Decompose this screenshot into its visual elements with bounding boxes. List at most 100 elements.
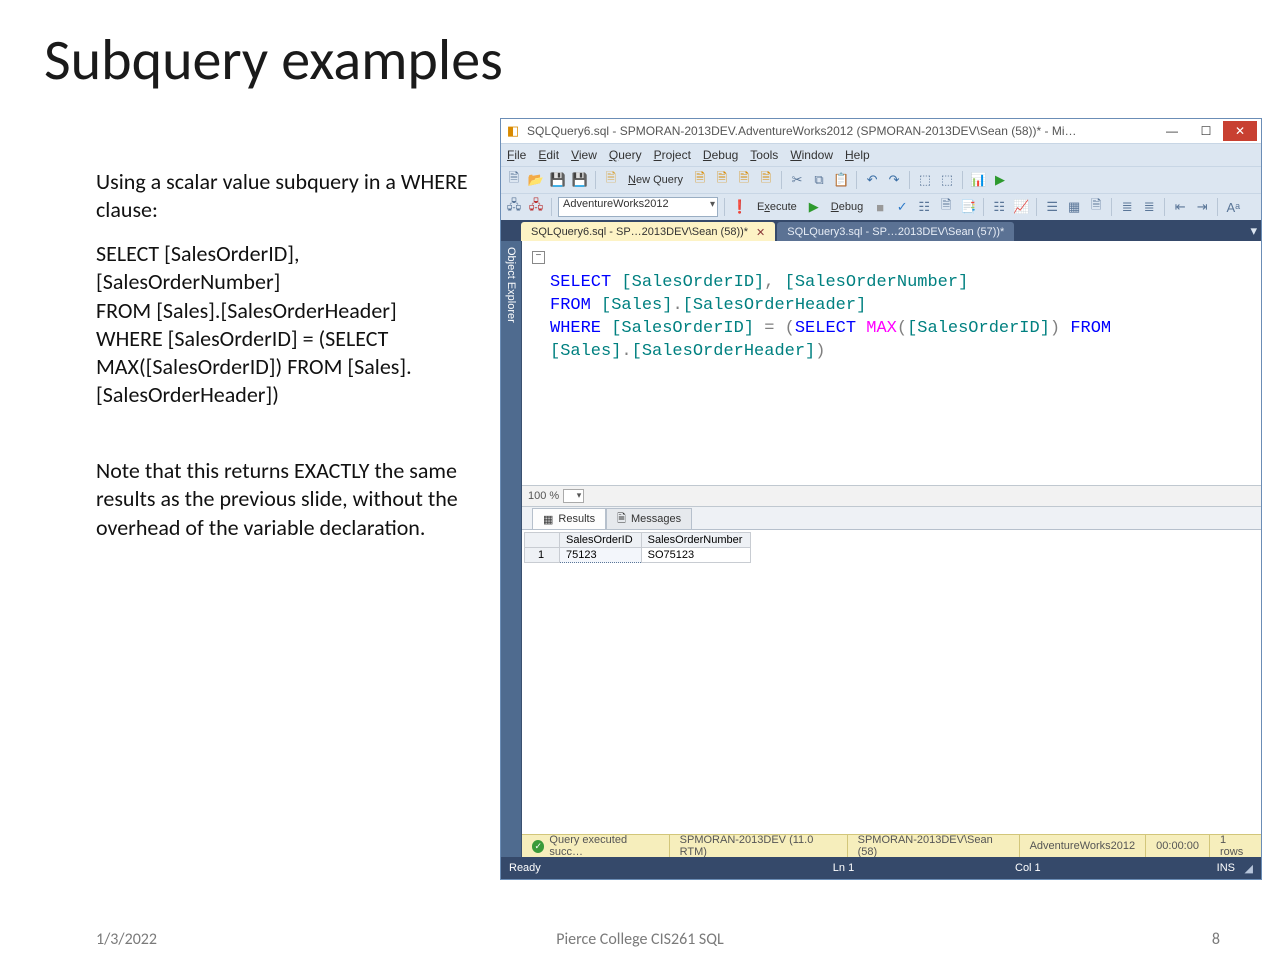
undo-icon[interactable]: ↶: [863, 171, 881, 189]
zoom-bar[interactable]: 100 %: [522, 486, 1261, 507]
client-stats-icon[interactable]: 📈: [1012, 198, 1030, 216]
menu-tools[interactable]: Tools: [750, 148, 778, 162]
status-line: Ln 1: [732, 862, 955, 874]
slide-body-left: Using a scalar value subquery in a WHERE…: [96, 168, 476, 558]
new-query-icon[interactable]: 🗎: [602, 171, 620, 189]
window-titlebar[interactable]: ◧ SQLQuery6.sql - SPMORAN-2013DEV.Advent…: [501, 119, 1261, 144]
menu-project[interactable]: Project: [654, 148, 691, 162]
start-icon[interactable]: ▶: [991, 171, 1009, 189]
redo-icon[interactable]: ↷: [885, 171, 903, 189]
debug-button[interactable]: Debug: [827, 201, 867, 213]
dmx-query-icon[interactable]: 🗎: [735, 171, 753, 189]
minimize-button[interactable]: —: [1155, 121, 1189, 141]
zoom-combo[interactable]: [563, 489, 584, 503]
intellisense-icon[interactable]: 📑: [959, 198, 977, 216]
query-status-bar: ✓ Query executed succ… SPMORAN-2013DEV (…: [522, 834, 1261, 857]
mdx-query-icon[interactable]: 🗎: [713, 171, 731, 189]
menu-debug[interactable]: Debug: [703, 148, 738, 162]
results-file-icon[interactable]: 🗎: [1087, 198, 1105, 216]
activity-monitor-icon[interactable]: 📊: [969, 171, 987, 189]
resize-grip-icon[interactable]: ◢: [1241, 862, 1253, 875]
outline-collapse-icon[interactable]: −: [532, 251, 545, 264]
save-all-icon[interactable]: 💾: [571, 171, 589, 189]
comment-icon[interactable]: ≣: [1118, 198, 1136, 216]
xmla-query-icon[interactable]: 🗎: [757, 171, 775, 189]
maximize-button[interactable]: ☐: [1189, 121, 1223, 141]
nav-fwd-icon[interactable]: ⬚: [938, 171, 956, 189]
status-ins: INS: [1175, 862, 1241, 874]
tab-sqlquery6[interactable]: SQLQuery6.sql - SP…2013DEV\Sean (58))* ✕: [521, 222, 775, 242]
uncomment-icon[interactable]: ≣: [1140, 198, 1158, 216]
nav-back-icon[interactable]: ⬚: [916, 171, 934, 189]
menu-bar[interactable]: File Edit View Query Project Debug Tools…: [501, 144, 1261, 166]
table-row[interactable]: 1 75123 SO75123: [525, 548, 751, 563]
menu-window[interactable]: Window: [790, 148, 833, 162]
query-options-icon[interactable]: 🗎: [937, 198, 955, 216]
results-text-icon[interactable]: ☰: [1043, 198, 1061, 216]
menu-file[interactable]: File: [507, 148, 526, 162]
status-ready: Ready: [509, 862, 732, 874]
intro-paragraph: Using a scalar value subquery in a WHERE…: [96, 168, 476, 224]
cell-salesordernumber[interactable]: SO75123: [641, 548, 751, 563]
connect-icon[interactable]: 🖧: [505, 198, 523, 216]
cut-icon[interactable]: ✂: [788, 171, 806, 189]
decrease-indent-icon[interactable]: ⇤: [1171, 198, 1189, 216]
menu-help[interactable]: Help: [845, 148, 870, 162]
status-time: 00:00:00: [1146, 835, 1210, 857]
tab-close-icon[interactable]: ✕: [756, 226, 765, 239]
tab-overflow-icon[interactable]: ▾: [1250, 223, 1257, 239]
execute-excl-icon[interactable]: ❗: [731, 198, 749, 216]
close-button[interactable]: ✕: [1223, 121, 1257, 141]
results-tabs[interactable]: ▦ Results 🗎 Messages: [522, 507, 1261, 529]
status-server: SPMORAN-2013DEV (11.0 RTM): [670, 835, 848, 857]
menu-query[interactable]: Query: [609, 148, 642, 162]
toolbar-standard[interactable]: 🗎 📂 💾 💾 🗎 New Query 🗎 🗎 🗎 🗎 ✂ ⧉ 📋 ↶ ↷ ⬚ …: [501, 166, 1261, 193]
results-grid[interactable]: SalesOrderID SalesOrderNumber 1 75123 SO…: [524, 532, 751, 563]
estimated-plan-icon[interactable]: ☷: [915, 198, 933, 216]
sql-editor[interactable]: −SELECT [SalesOrderID], [SalesOrderNumbe…: [522, 241, 1261, 486]
disconnect-icon[interactable]: 🖧: [527, 198, 545, 216]
status-rows: 1 rows: [1210, 835, 1261, 857]
execute-button[interactable]: Execute: [753, 201, 801, 213]
open-icon[interactable]: 📂: [527, 171, 545, 189]
database-combo[interactable]: AdventureWorks2012: [558, 197, 718, 217]
tab-sqlquery3[interactable]: SQLQuery3.sql - SP…2013DEV\Sean (57))*: [777, 222, 1014, 242]
new-query-label[interactable]: New Query: [624, 174, 687, 186]
zoom-label: 100 %: [528, 490, 559, 502]
app-status-bar: Ready Ln 1 Col 1 INS ◢: [501, 857, 1261, 879]
cell-salesorderid[interactable]: 75123: [560, 548, 642, 563]
include-plan-icon[interactable]: ☷: [990, 198, 1008, 216]
tab-label: SQLQuery3.sql - SP…2013DEV\Sean (57))*: [787, 226, 1004, 238]
results-grid-icon[interactable]: ▦: [1065, 198, 1083, 216]
new-project-icon[interactable]: 🗎: [505, 171, 523, 189]
save-icon[interactable]: 💾: [549, 171, 567, 189]
parse-icon[interactable]: ✓: [893, 198, 911, 216]
status-user: SPMORAN-2013DEV\Sean (58): [848, 835, 1020, 857]
toolbar-sql-editor[interactable]: 🖧 🖧 AdventureWorks2012 ❗ Execute ▶ Debug…: [501, 193, 1261, 220]
tab-label: SQLQuery6.sql - SP…2013DEV\Sean (58))*: [531, 226, 748, 238]
increase-indent-icon[interactable]: ⇥: [1193, 198, 1211, 216]
debug-play-icon[interactable]: ▶: [805, 198, 823, 216]
specify-values-icon[interactable]: Aᵃ: [1224, 198, 1242, 216]
tab-messages[interactable]: 🗎 Messages: [606, 508, 692, 529]
footer-center: Pierce College CIS261 SQL: [0, 930, 1280, 949]
status-message: ✓ Query executed succ…: [522, 835, 670, 857]
messages-tab-label: Messages: [631, 513, 681, 525]
tab-results[interactable]: ▦ Results: [532, 508, 606, 529]
copy-icon[interactable]: ⧉: [810, 171, 828, 189]
object-explorer-panel[interactable]: Object Explorer: [501, 241, 522, 857]
paste-icon[interactable]: 📋: [832, 171, 850, 189]
db-engine-query-icon[interactable]: 🗎: [691, 171, 709, 189]
ssms-window: ◧ SQLQuery6.sql - SPMORAN-2013DEV.Advent…: [500, 118, 1262, 880]
status-database: AdventureWorks2012: [1020, 835, 1147, 857]
note-paragraph: Note that this returns EXACTLY the same …: [96, 457, 476, 541]
success-icon: ✓: [532, 840, 544, 853]
col-header-salesorderid[interactable]: SalesOrderID: [560, 533, 642, 548]
document-tabs[interactable]: SQLQuery6.sql - SP…2013DEV\Sean (58))* ✕…: [501, 220, 1261, 242]
col-header-salesordernumber[interactable]: SalesOrderNumber: [641, 533, 751, 548]
menu-view[interactable]: View: [571, 148, 597, 162]
sql-code-text: SELECT [SalesOrderID], [SalesOrderNumber…: [96, 240, 476, 409]
stop-icon[interactable]: ■: [871, 198, 889, 216]
menu-edit[interactable]: Edit: [538, 148, 559, 162]
messages-icon: 🗎: [617, 510, 626, 529]
